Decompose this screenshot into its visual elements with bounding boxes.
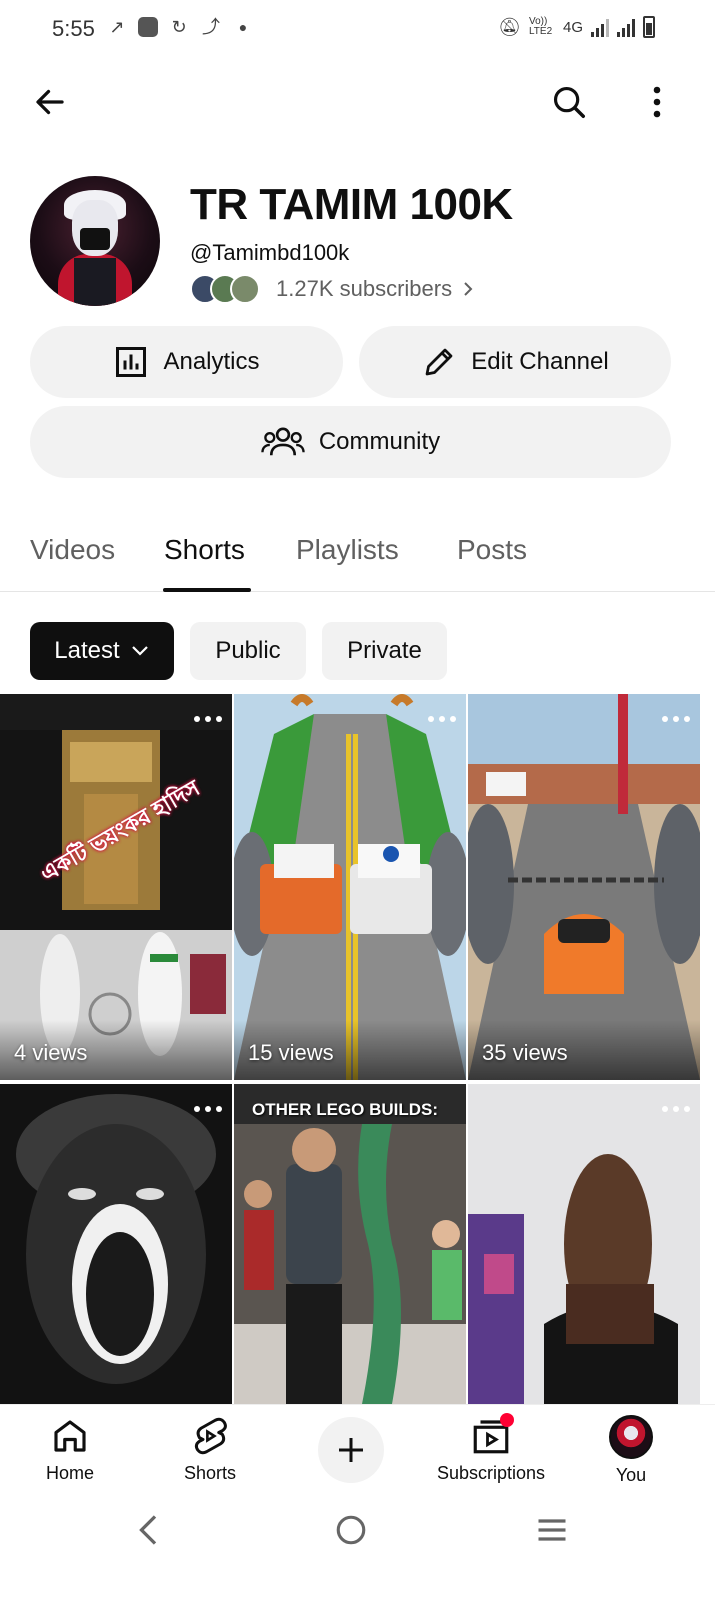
status-time: 5:55: [52, 16, 95, 41]
private-label: Private: [347, 637, 422, 664]
nav-you[interactable]: You: [571, 1415, 691, 1486]
short-views: 4 views: [14, 1040, 88, 1065]
nav-shorts-label: Shorts: [183, 1463, 237, 1483]
plus-icon: [339, 1438, 363, 1462]
public-label: Public: [215, 637, 281, 664]
channel-avatar[interactable]: [30, 176, 160, 306]
short-views: 15 views: [248, 1040, 334, 1065]
subscribers-row[interactable]: 1.27K subscribers: [190, 274, 474, 304]
signal-icon-2: [617, 17, 635, 37]
short-thumbnail[interactable]: 35 views: [468, 694, 700, 1080]
short-thumbnail[interactable]: একটি ভয়ংকর হাদিস 4 views: [0, 694, 232, 1080]
person-thumbnail-image: [468, 1084, 700, 1404]
system-home-icon[interactable]: [334, 1512, 368, 1548]
system-recents-icon[interactable]: [534, 1512, 570, 1548]
latest-label: Latest: [54, 637, 120, 664]
signal-app-icon: ⤴: [202, 17, 220, 37]
edit-channel-label: Edit Channel: [471, 348, 609, 375]
analytics-button[interactable]: Analytics: [30, 326, 343, 398]
more-options-button[interactable]: [633, 78, 681, 126]
status-bar: 5:55 ↗ ↻ ⤴ ● 🔕︎ Vo)) LTE2 4G: [0, 0, 715, 58]
back-arrow-icon: [36, 89, 64, 115]
channel-name: TR TAMIM 100K: [190, 180, 513, 229]
tab-playlists[interactable]: Playlists: [296, 534, 399, 566]
network-type: 4G: [562, 18, 583, 36]
analytics-label: Analytics: [163, 348, 260, 375]
nav-subscriptions-label: Subscriptions: [436, 1463, 546, 1483]
channel-handle: @Tamimbd100k: [190, 240, 350, 265]
sync-icon: ↻: [171, 17, 187, 37]
home-icon: [54, 1420, 86, 1452]
dot-icon: ●: [238, 19, 248, 35]
short-more-button[interactable]: [428, 714, 456, 724]
chevron-right-icon: [464, 282, 473, 296]
analytics-icon: [116, 347, 147, 377]
short-overlay-text: OTHER LEGO BUILDS:: [252, 1100, 439, 1119]
public-filter-chip[interactable]: Public: [190, 622, 306, 680]
signal-icon-1: [591, 17, 609, 37]
nav-home[interactable]: Home: [10, 1415, 130, 1484]
battery-icon: [643, 16, 655, 38]
tab-shorts[interactable]: Shorts: [164, 534, 245, 566]
short-thumbnail[interactable]: 15 views: [234, 694, 466, 1080]
community-label: Community: [318, 428, 441, 455]
active-tab-indicator: [163, 588, 251, 592]
short-more-button[interactable]: [662, 714, 690, 724]
private-filter-chip[interactable]: Private: [322, 622, 447, 680]
search-icon: [553, 86, 585, 118]
bottom-navigation: Home Shorts Subscriptions You: [0, 1404, 715, 1498]
short-more-button[interactable]: [194, 1104, 222, 1114]
system-back-icon[interactable]: [132, 1512, 166, 1548]
status-right-icons: 🔕︎ Vo)) LTE2 4G: [498, 16, 655, 38]
search-button[interactable]: [545, 78, 593, 126]
nav-subscriptions[interactable]: Subscriptions: [431, 1413, 551, 1484]
tab-videos[interactable]: Videos: [30, 534, 115, 566]
status-left-icons: ↗ ↻ ⤴ ●: [106, 16, 254, 38]
lego-thumbnail-image: [234, 1084, 466, 1404]
more-vertical-icon: [653, 86, 661, 118]
chevron-down-icon: [131, 646, 148, 656]
volte-label: Vo)) LTE2: [528, 16, 553, 37]
app-notification-icon: [138, 17, 158, 37]
notification-dot: [500, 1413, 514, 1427]
community-button[interactable]: Community: [30, 406, 671, 478]
pencil-icon: [425, 348, 453, 376]
subscriptions-icon-wrap: [470, 1413, 514, 1457]
nav-home-label: Home: [45, 1463, 94, 1483]
nav-you-label: You: [615, 1465, 647, 1485]
channel-tabs: Videos Shorts Playlists Posts: [0, 520, 715, 592]
tab-posts[interactable]: Posts: [457, 534, 527, 566]
system-navigation-bar: [0, 1498, 715, 1600]
face-thumbnail-image: [0, 1084, 232, 1404]
nav-shorts[interactable]: Shorts: [150, 1415, 270, 1484]
shorts-icon: [194, 1417, 227, 1455]
mute-icon: 🔕︎: [498, 16, 521, 37]
short-views: 35 views: [482, 1040, 568, 1065]
top-app-bar: [0, 70, 715, 134]
latest-sort-chip[interactable]: Latest: [30, 622, 174, 680]
create-button[interactable]: [318, 1417, 384, 1483]
short-more-button[interactable]: [194, 714, 222, 724]
missed-call-icon: ↗: [109, 17, 125, 37]
back-button[interactable]: [26, 78, 74, 126]
short-more-button[interactable]: [662, 1104, 690, 1114]
subscriber-avatars: [190, 274, 266, 304]
edit-channel-button[interactable]: Edit Channel: [359, 326, 671, 398]
subscriber-count: 1.27K subscribers: [276, 276, 453, 301]
people-icon: [261, 427, 305, 456]
you-avatar: [609, 1415, 653, 1459]
